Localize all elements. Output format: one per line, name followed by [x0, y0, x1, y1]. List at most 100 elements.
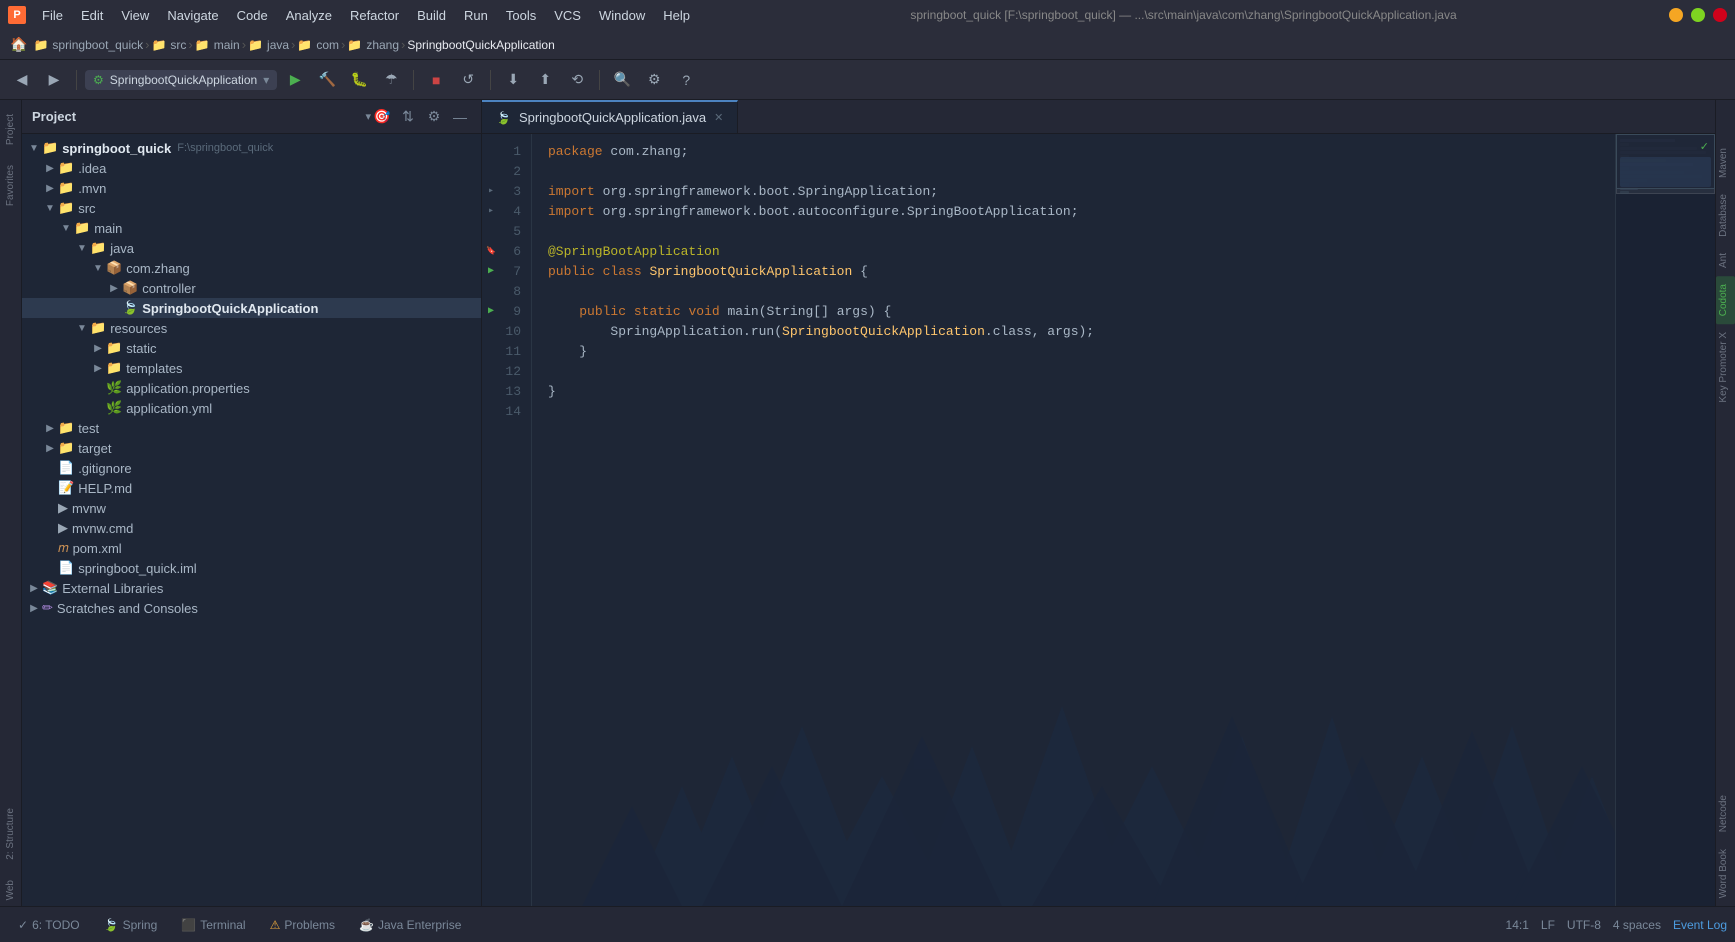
run-icon-9[interactable]: ▶ [488, 302, 494, 322]
tree-item-external-libs[interactable]: ▶ 📚 External Libraries [22, 578, 481, 598]
tree-item-target[interactable]: ▶ 📁 target [22, 438, 481, 458]
maximize-button[interactable] [1691, 8, 1705, 22]
search-button[interactable]: 🔍 [608, 66, 636, 94]
left-tab-project[interactable]: Project [3, 108, 18, 151]
fold-icon-3[interactable]: ▸ [488, 182, 494, 202]
reload-button[interactable]: ↺ [454, 66, 482, 94]
tree-item-main[interactable]: ▼ 📁 main [22, 218, 481, 238]
coverage-button[interactable]: ☂ [377, 66, 405, 94]
debug-button[interactable]: 🐛 [345, 66, 373, 94]
tree-arrow-external-libs: ▶ [26, 583, 42, 594]
folder-icon-main: 📁 [74, 220, 90, 236]
menu-view[interactable]: View [113, 5, 157, 26]
menu-analyze[interactable]: Analyze [278, 5, 340, 26]
bottom-tab-spring[interactable]: 🍃 Spring [94, 914, 168, 936]
bottom-tab-problems[interactable]: ⚠ Problems [260, 914, 345, 936]
right-tab-maven[interactable]: Maven [1716, 140, 1735, 186]
right-tab-codota[interactable]: Codota [1716, 276, 1735, 324]
menu-vcs[interactable]: VCS [546, 5, 589, 26]
minimize-button[interactable] [1669, 8, 1683, 22]
tree-item-idea[interactable]: ▶ 📁 .idea [22, 158, 481, 178]
tree-item-controller[interactable]: ▶ 📦 controller [22, 278, 481, 298]
indentation[interactable]: 4 spaces [1613, 918, 1661, 932]
forward-button[interactable]: ▶ [40, 66, 68, 94]
breadcrumb-item-com[interactable]: 📁 com [297, 38, 339, 52]
build-button[interactable]: 🔨 [313, 66, 341, 94]
menu-tools[interactable]: Tools [498, 5, 544, 26]
tree-item-iml[interactable]: ▶ 📄 springboot_quick.iml [22, 558, 481, 578]
breadcrumb-item-project[interactable]: 📁 springboot_quick [33, 38, 143, 52]
bottom-tab-java-enterprise[interactable]: ☕ Java Enterprise [349, 914, 471, 936]
git-history-button[interactable]: ⟲ [563, 66, 591, 94]
tree-item-yaml[interactable]: ▶ 🌿 application.yml [22, 398, 481, 418]
menu-edit[interactable]: Edit [73, 5, 111, 26]
run-config-dropdown[interactable]: ⚙ SpringbootQuickApplication ▾ [85, 70, 277, 90]
tree-item-app[interactable]: ▶ 🍃 SpringbootQuickApplication [22, 298, 481, 318]
breadcrumb-item-main[interactable]: 📁 main [195, 38, 240, 52]
fold-icon-4[interactable]: ▸ [488, 202, 494, 222]
code-line-8 [548, 282, 1599, 302]
left-tab-favorites[interactable]: Favorites [3, 159, 18, 212]
run-button[interactable]: ▶ [281, 66, 309, 94]
event-log[interactable]: Event Log [1673, 918, 1727, 932]
menu-build[interactable]: Build [409, 5, 454, 26]
tree-item-static[interactable]: ▶ 📁 static [22, 338, 481, 358]
tree-arrow-java: ▼ [74, 243, 90, 254]
encoding[interactable]: UTF-8 [1567, 918, 1601, 932]
right-tab-database[interactable]: Database [1716, 186, 1735, 245]
tree-item-gitignore[interactable]: ▶ 📄 .gitignore [22, 458, 481, 478]
breadcrumb-item-src[interactable]: 📁 src [151, 38, 186, 52]
bottom-tab-terminal[interactable]: ⬛ Terminal [171, 914, 255, 936]
tree-item-java[interactable]: ▼ 📁 java [22, 238, 481, 258]
tree-item-mvn[interactable]: ▶ 📁 .mvn [22, 178, 481, 198]
tree-item-templates[interactable]: ▶ 📁 templates [22, 358, 481, 378]
menu-run[interactable]: Run [456, 5, 496, 26]
menu-code[interactable]: Code [229, 5, 276, 26]
left-tab-web[interactable]: Web [3, 874, 18, 906]
tree-item-src[interactable]: ▼ 📁 src [22, 198, 481, 218]
bottom-tab-todo[interactable]: ✓ 6: TODO [8, 914, 90, 936]
tree-item-comzhang[interactable]: ▼ 📦 com.zhang [22, 258, 481, 278]
back-button[interactable]: ◀ [8, 66, 36, 94]
tree-item-help[interactable]: ▶ 📝 HELP.md [22, 478, 481, 498]
tree-item-pom[interactable]: ▶ 𝑚 pom.xml [22, 538, 481, 558]
minimap: ✓ [1615, 134, 1715, 906]
tree-item-test[interactable]: ▶ 📁 test [22, 418, 481, 438]
settings-button[interactable]: ⚙ [640, 66, 668, 94]
tab-close-button[interactable]: ✕ [714, 111, 723, 124]
tab-springboot-app[interactable]: 🍃 SpringbootQuickApplication.java ✕ [482, 100, 738, 133]
left-tab-structure[interactable]: 2: Structure [3, 802, 18, 866]
right-tab-ant[interactable]: Ant [1716, 245, 1735, 276]
right-tab-netcode[interactable]: Netcode [1716, 787, 1735, 840]
panel-minimize-button[interactable]: — [449, 106, 471, 128]
right-tab-key-promoter[interactable]: Key Promoter X [1716, 324, 1735, 411]
menu-navigate[interactable]: Navigate [159, 5, 226, 26]
stop-button[interactable]: ■ [422, 66, 450, 94]
tree-label-iml: springboot_quick.iml [78, 561, 197, 576]
git-push-button[interactable]: ⬆ [531, 66, 559, 94]
menu-refactor[interactable]: Refactor [342, 5, 407, 26]
code-content[interactable]: package com.zhang; import org.springfram… [532, 134, 1615, 906]
tree-item-scratches[interactable]: ▶ ✏ Scratches and Consoles [22, 598, 481, 618]
breadcrumb-item-java[interactable]: 📁 java [248, 38, 289, 52]
panel-settings-button[interactable]: ⚙ [423, 106, 445, 128]
tree-item-resources[interactable]: ▼ 📁 resources [22, 318, 481, 338]
tree-item-mvnw-cmd[interactable]: ▶ ▶ mvnw.cmd [22, 518, 481, 538]
panel-locate-button[interactable]: 🎯 [371, 106, 393, 128]
close-button[interactable] [1713, 8, 1727, 22]
menu-help[interactable]: Help [655, 5, 698, 26]
panel-scroll-button[interactable]: ⇅ [397, 106, 419, 128]
panel-title: Project [32, 109, 361, 124]
xml-icon-pom: 𝑚 [58, 540, 69, 556]
run-icon-7[interactable]: ▶ [488, 262, 494, 282]
right-tab-wordbook[interactable]: Word Book [1716, 841, 1735, 906]
help-toolbar-button[interactable]: ? [672, 66, 700, 94]
tree-item-mvnw[interactable]: ▶ ▶ mvnw [22, 498, 481, 518]
menu-window[interactable]: Window [591, 5, 653, 26]
git-button[interactable]: ⬇ [499, 66, 527, 94]
tree-item-properties[interactable]: ▶ 🌿 application.properties [22, 378, 481, 398]
menu-file[interactable]: File [34, 5, 71, 26]
breadcrumb-item-zhang[interactable]: 📁 zhang [347, 38, 399, 52]
tree-item-root[interactable]: ▼ 📁 springboot_quick F:\springboot_quick [22, 138, 481, 158]
breadcrumb-item-class[interactable]: SpringbootQuickApplication [407, 38, 554, 52]
